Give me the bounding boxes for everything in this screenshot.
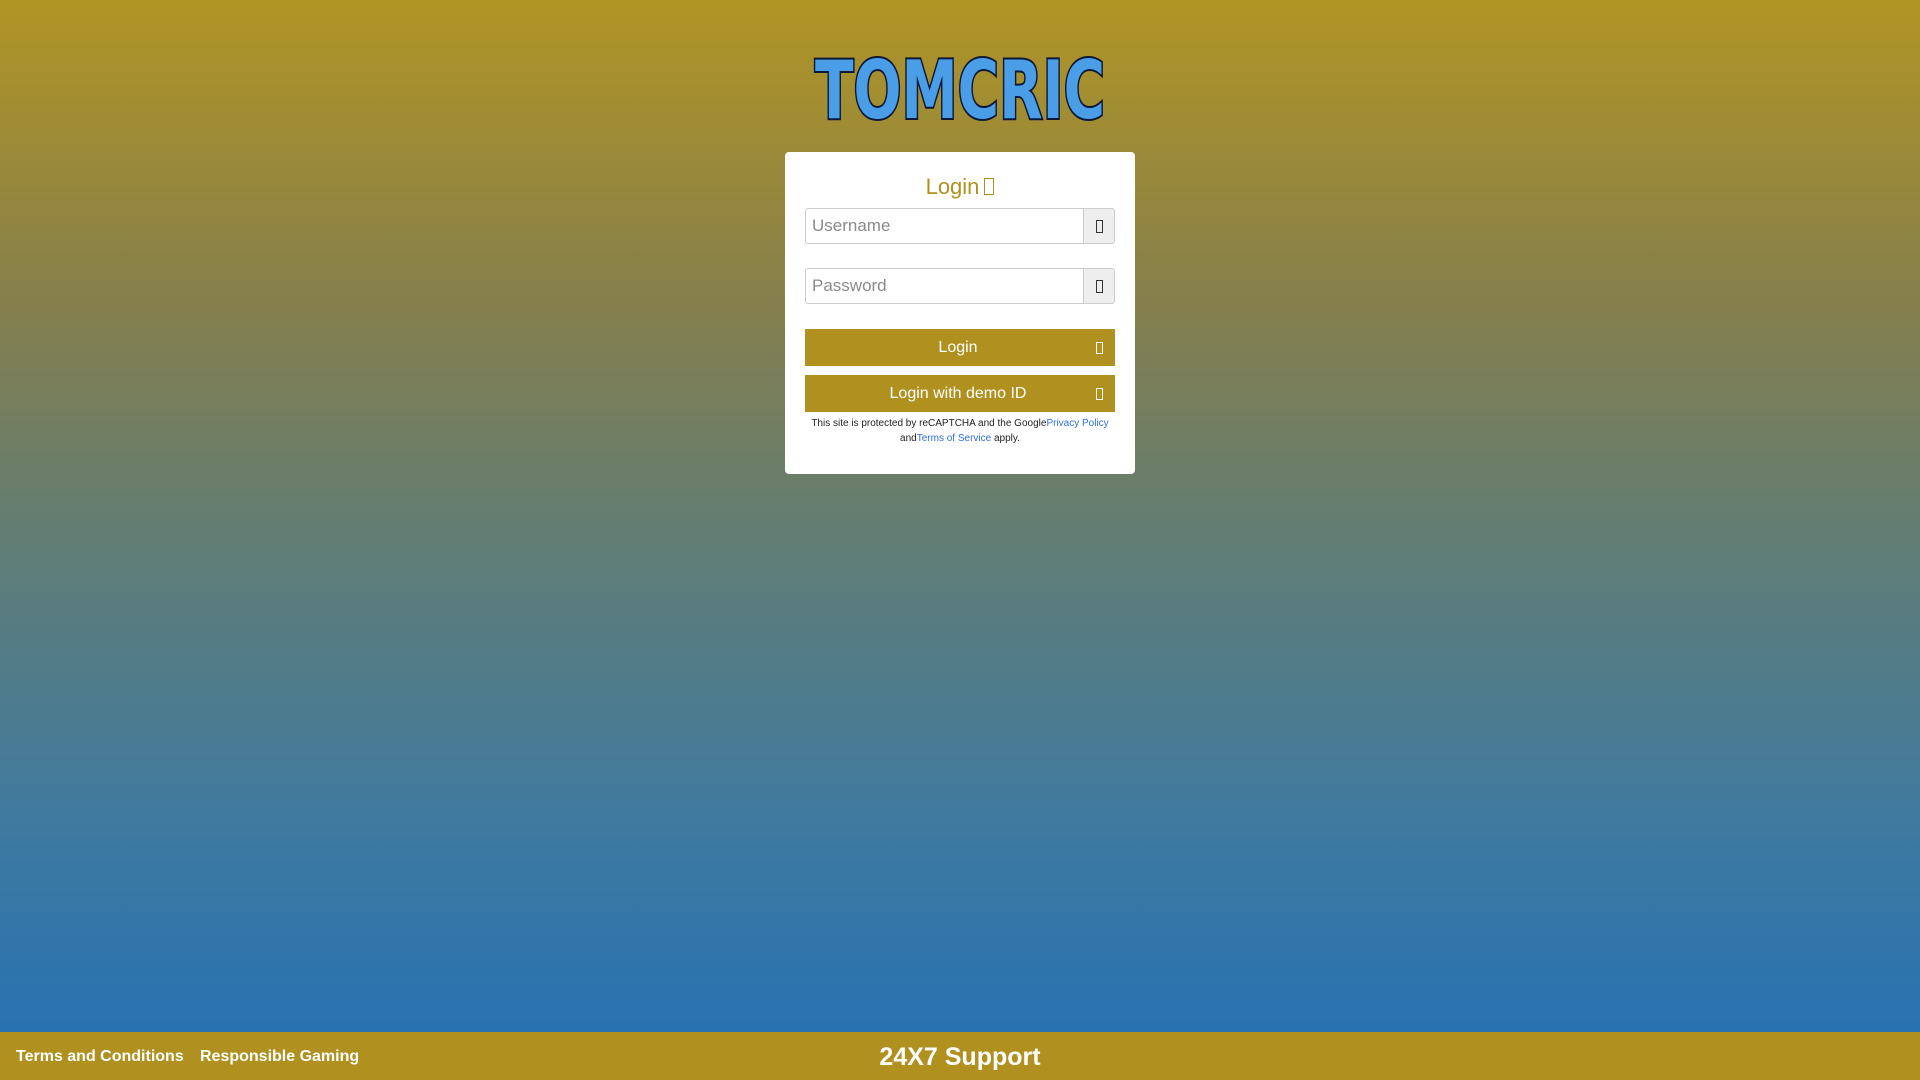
sign-in-icon — [1096, 342, 1103, 354]
brand-logo: TOMCRIC — [810, 38, 1110, 139]
demo-login-button-label: Login with demo ID — [889, 385, 1027, 402]
password-addon — [1083, 268, 1115, 304]
recaptcha-and-text: and — [900, 433, 917, 444]
recaptcha-apply-text: apply. — [991, 433, 1020, 444]
terms-of-service-link[interactable]: Terms of Service — [917, 433, 991, 444]
sign-in-icon — [984, 178, 995, 195]
terms-and-conditions-link[interactable]: Terms and Conditions — [16, 1047, 184, 1067]
demo-login-button[interactable]: Login with demo ID — [805, 375, 1115, 412]
login-card: Login Login Login with demo ID This site… — [785, 152, 1135, 474]
username-input-group — [805, 208, 1115, 244]
username-input[interactable] — [805, 208, 1083, 244]
password-input-group — [805, 268, 1115, 304]
recaptcha-notice: This site is protected by reCAPTCHA and … — [803, 416, 1117, 446]
login-button[interactable]: Login — [805, 329, 1115, 366]
key-icon — [1095, 279, 1103, 293]
login-title: Login — [785, 172, 1135, 202]
footer-bar: 24X7 Support Terms and Conditions Respon… — [0, 1032, 1920, 1080]
brand-logo-graphic: TOMCRIC — [813, 42, 1107, 139]
recaptcha-text: This site is protected by reCAPTCHA and … — [811, 418, 1047, 429]
password-input[interactable] — [805, 268, 1083, 304]
login-title-text: Login — [925, 174, 980, 199]
sign-in-icon — [1096, 388, 1103, 400]
privacy-policy-link[interactable]: Privacy Policy — [1046, 418, 1108, 429]
brand-logo-text: TOMCRIC — [815, 44, 1105, 137]
responsible-gaming-link[interactable]: Responsible Gaming — [200, 1047, 359, 1067]
username-addon — [1083, 208, 1115, 244]
user-icon — [1095, 219, 1103, 233]
login-button-label: Login — [938, 339, 978, 356]
support-link[interactable]: 24X7 Support — [879, 1043, 1040, 1071]
